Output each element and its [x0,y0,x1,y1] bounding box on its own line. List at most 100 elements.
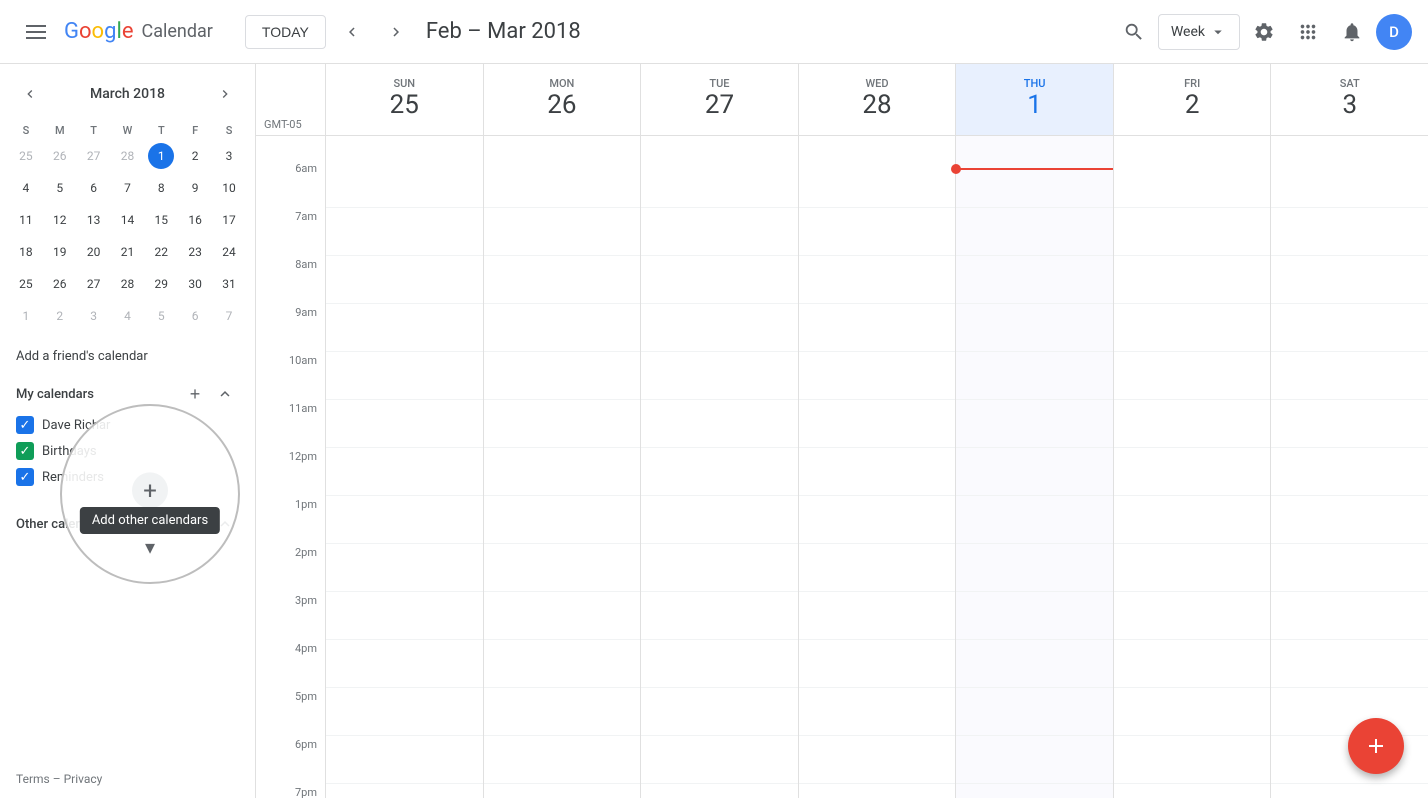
hour-cell[interactable] [1114,352,1271,400]
hour-cell[interactable] [956,736,1113,784]
hour-cell[interactable] [326,688,483,736]
terms-link[interactable]: Terms [16,772,50,786]
hour-cell[interactable] [326,784,483,798]
hour-cell[interactable] [484,352,641,400]
hour-cell[interactable] [641,208,798,256]
hour-cell[interactable] [484,496,641,544]
hour-cell[interactable] [1271,448,1428,496]
mini-cal-day[interactable]: 3 [213,141,245,171]
hour-cell[interactable] [956,784,1113,798]
mini-cal-prev[interactable] [16,80,44,108]
hour-cell[interactable] [641,256,798,304]
hour-cell[interactable] [1114,784,1271,798]
mini-cal-day[interactable]: 29 [145,269,177,299]
hour-cell[interactable] [799,448,956,496]
hour-cell[interactable] [484,784,641,798]
mini-cal-day[interactable]: 13 [78,205,110,235]
next-button[interactable] [378,14,414,50]
hour-cell[interactable] [326,400,483,448]
create-event-fab[interactable] [1348,718,1404,774]
hour-cell[interactable] [1114,688,1271,736]
hour-cell[interactable] [641,448,798,496]
hour-cell[interactable] [956,304,1113,352]
hour-cell[interactable] [799,352,956,400]
apps-button[interactable] [1288,12,1328,52]
hour-cell[interactable] [799,592,956,640]
mini-cal-next[interactable] [211,80,239,108]
mini-cal-day[interactable]: 21 [112,237,144,267]
mini-cal-day[interactable]: 22 [145,237,177,267]
hour-cell[interactable] [484,640,641,688]
mini-cal-day[interactable]: 11 [10,205,42,235]
hour-cell[interactable] [1114,400,1271,448]
hour-cell[interactable] [799,304,956,352]
mini-cal-day[interactable]: 7 [112,173,144,203]
hour-cell[interactable] [799,736,956,784]
hour-cell[interactable] [641,304,798,352]
hour-cell[interactable] [1114,304,1271,352]
mini-cal-day[interactable]: 25 [10,269,42,299]
mini-cal-day[interactable]: 26 [44,141,76,171]
hour-cell[interactable] [326,448,483,496]
hour-cell[interactable] [326,592,483,640]
mini-cal-day[interactable]: 7 [213,301,245,331]
hour-cell[interactable] [1114,448,1271,496]
mini-cal-day[interactable]: 6 [78,173,110,203]
hour-cell[interactable] [484,592,641,640]
mini-cal-day[interactable]: 27 [78,141,110,171]
hour-cell[interactable] [641,736,798,784]
mini-cal-day[interactable]: 19 [44,237,76,267]
mini-cal-day[interactable]: 1 [10,301,42,331]
hour-cell[interactable] [1114,256,1271,304]
hour-cell[interactable] [956,256,1113,304]
hour-cell[interactable] [1271,688,1428,736]
mini-cal-day[interactable]: 5 [145,301,177,331]
mini-cal-day[interactable]: 9 [179,173,211,203]
mini-cal-day[interactable]: 28 [112,141,144,171]
hour-cell[interactable] [1271,784,1428,798]
hour-cell[interactable] [326,640,483,688]
hour-cell[interactable] [326,736,483,784]
mini-cal-day[interactable]: 1 [145,141,177,171]
hour-cell[interactable] [799,784,956,798]
hour-cell[interactable] [956,352,1113,400]
mini-cal-day[interactable]: 8 [145,173,177,203]
mini-cal-day[interactable]: 2 [44,301,76,331]
hour-cell[interactable] [799,688,956,736]
hour-cell[interactable] [1271,496,1428,544]
day-header-mon[interactable]: MON 26 [484,64,642,135]
hour-cell[interactable] [484,688,641,736]
hour-cell[interactable] [326,256,483,304]
mini-cal-day[interactable]: 5 [44,173,76,203]
mini-cal-day[interactable]: 3 [78,301,110,331]
mini-cal-day[interactable]: 31 [213,269,245,299]
hour-cell[interactable] [484,256,641,304]
hour-cell[interactable] [1114,208,1271,256]
hour-cell[interactable] [484,208,641,256]
hour-cell[interactable] [641,352,798,400]
mini-cal-day[interactable]: 4 [112,301,144,331]
mini-cal-day[interactable]: 24 [213,237,245,267]
day-header-sat[interactable]: SAT 3 [1271,64,1428,135]
mini-cal-day[interactable]: 16 [179,205,211,235]
mini-cal-day[interactable]: 17 [213,205,245,235]
privacy-link[interactable]: Privacy [64,772,103,786]
hour-cell[interactable] [956,400,1113,448]
hour-cell[interactable] [1271,352,1428,400]
hour-cell[interactable] [1271,208,1428,256]
hour-cell[interactable] [641,496,798,544]
mini-cal-day[interactable]: 10 [213,173,245,203]
mini-cal-day[interactable]: 25 [10,141,42,171]
hour-cell[interactable] [484,544,641,592]
hour-cell[interactable] [1114,640,1271,688]
hour-cell[interactable] [641,400,798,448]
day-header-thu[interactable]: THU 1 [956,64,1114,135]
mini-cal-day[interactable]: 6 [179,301,211,331]
hour-cell[interactable] [799,544,956,592]
day-header-fri[interactable]: FRI 2 [1114,64,1272,135]
hour-cell[interactable] [1114,592,1271,640]
hour-cell[interactable] [484,304,641,352]
hour-cell[interactable] [484,160,641,208]
hour-cell[interactable] [641,592,798,640]
mini-cal-day[interactable]: 26 [44,269,76,299]
